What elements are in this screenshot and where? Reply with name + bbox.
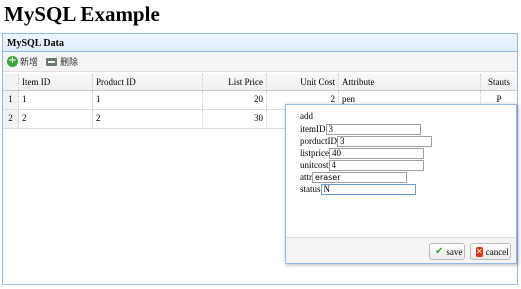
attr-row: attr <box>300 171 516 183</box>
cell-item-id: 2 <box>19 110 93 128</box>
status-input[interactable] <box>320 183 416 195</box>
save-button[interactable]: ✔ save <box>429 243 465 260</box>
cell-product-id: 1 <box>93 91 203 109</box>
row-number: 1 <box>3 91 19 109</box>
row-number-header <box>3 74 19 90</box>
column-header-item-id[interactable]: Item ID <box>19 74 93 90</box>
delete-button[interactable]: 删除 <box>46 55 78 68</box>
attr-input[interactable] <box>312 171 407 183</box>
save-button-label: save <box>446 246 463 257</box>
add-dialog: add itemID porductID listprice unitcost … <box>285 104 517 264</box>
cell-product-id: 2 <box>93 110 203 128</box>
column-header-unit-cost[interactable]: Unit Cost <box>267 74 339 90</box>
list-price-label: listprice <box>300 148 329 158</box>
dialog-footer: ✔ save ✕ cancel <box>286 237 516 263</box>
unit-cost-label: unitcost <box>300 160 329 170</box>
column-header-status[interactable]: Stauts <box>481 74 517 90</box>
status-row: status <box>300 183 516 195</box>
attr-label: attr <box>300 172 312 182</box>
product-id-row: porductID <box>300 135 516 147</box>
cancel-icon: ✕ <box>476 246 483 257</box>
dialog-body: add itemID porductID listprice unitcost … <box>286 105 516 195</box>
dialog-title: add <box>300 111 313 121</box>
toolbar: + 新增 删除 <box>3 52 517 72</box>
panel-title: MySQL Data <box>3 34 517 52</box>
product-id-input[interactable] <box>337 135 432 147</box>
cancel-button-label: cancel <box>485 246 509 257</box>
add-button-label: 新增 <box>20 58 39 68</box>
grid-header: Item ID Product ID List Price Unit Cost … <box>3 74 517 91</box>
cancel-button[interactable]: ✕ cancel <box>470 243 511 260</box>
delete-button-label: 删除 <box>60 58 79 68</box>
item-id-row: itemID <box>300 123 516 135</box>
list-price-row: listprice <box>300 147 516 159</box>
list-price-input[interactable] <box>329 147 424 159</box>
row-number: 2 <box>3 110 19 128</box>
page-title: MySQL Example <box>4 2 160 26</box>
cell-list-price: 20 <box>203 91 267 109</box>
status-label: status <box>300 184 321 194</box>
column-header-list-price[interactable]: List Price <box>203 74 267 90</box>
cell-item-id: 1 <box>19 91 93 109</box>
item-id-input[interactable] <box>325 123 421 135</box>
column-header-product-id[interactable]: Product ID <box>93 74 203 90</box>
column-header-attribute[interactable]: Attribute <box>339 74 481 90</box>
delete-icon <box>46 57 58 66</box>
item-id-label: itemID <box>300 124 326 134</box>
add-button[interactable]: + 新增 <box>7 55 38 68</box>
product-id-label: porductID <box>300 136 337 146</box>
unit-cost-input[interactable] <box>328 159 424 171</box>
add-icon: + <box>7 55 18 67</box>
cell-list-price: 30 <box>203 110 267 128</box>
checkmark-icon: ✔ <box>435 246 444 257</box>
unit-cost-row: unitcost <box>300 159 516 171</box>
